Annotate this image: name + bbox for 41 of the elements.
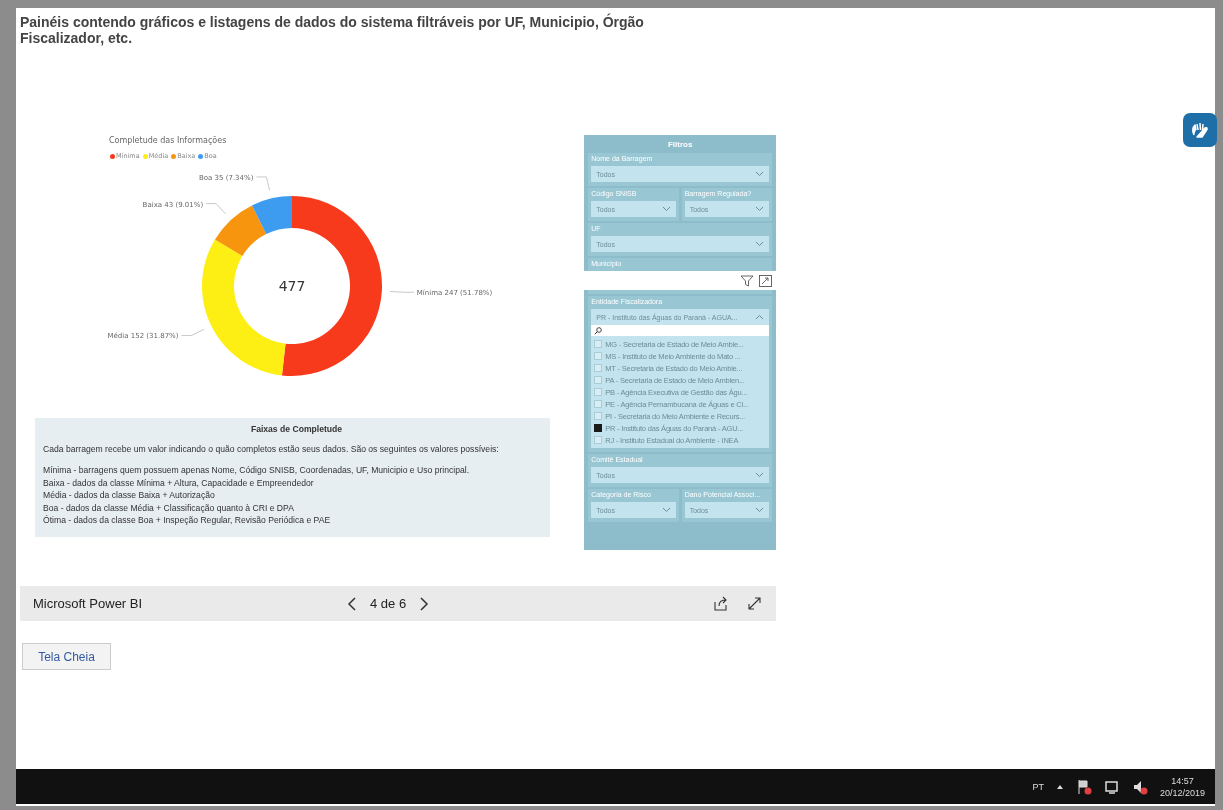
chevron-down-icon [755,472,764,478]
chevron-down-icon [661,507,671,513]
info-title: Faixas de Completude [249,424,344,434]
brand-label: Microsoft Power BI [33,596,143,611]
info-line: Ótima - dados da classe Boa + Inspeção Regular, Revisão Periódica e PAE [43,514,332,527]
next-icon[interactable] [419,596,430,611]
chevron-down-icon [755,206,764,212]
clock-date: 20/12/2019 [1159,786,1205,799]
checkbox[interactable] [594,424,603,432]
expand-icon[interactable] [747,596,762,611]
chevron-down-icon [755,171,764,177]
info-line: Mínima - barragens quem possuem apenas Nome, Código SNISB, Coordenadas, UF, Municipio e Uso principal. [43,464,471,477]
leader-line [205,203,226,215]
info-line: Boa - dados da classe Média + Classificação quanto à CRI e DPA [43,501,295,514]
filter-icon[interactable] [740,274,754,287]
leader-line [256,176,270,191]
page-indicator: 4 de 6 [370,596,407,611]
chart-title: Completude das Informações [109,136,227,145]
chevron-down-icon [661,206,671,212]
info-line: Baixa - dados da classe Mínima + Altura, Capacidade e Empreendedor [43,476,315,489]
clock-time: 14:57 [1171,774,1194,787]
search-field[interactable] [591,325,769,336]
leader-line [389,291,415,293]
previous-icon[interactable] [347,596,357,611]
info-text: Cada barragem recebe um valor indicando o quão completos estão seus dados. São os seguintes os valores possíveis: [43,444,500,454]
tray-arrow-icon[interactable] [1055,783,1064,790]
leader-line [181,328,205,336]
chevron-up-icon [755,314,764,320]
chevron-down-icon [755,241,764,247]
flag-icon[interactable] [1075,778,1092,795]
panel-title: Filtros [666,139,694,151]
fullscreen-button[interactable]: Tela Cheia [22,643,111,670]
hand-icon[interactable] [1183,113,1217,147]
page-title: Painéis contendo gráficos e listagens de dados do sistema filtráveis por UF, Municipio, Órgão Fiscalizador, etc. [20,14,645,46]
language-indicator[interactable]: PT [1032,781,1044,792]
info-line: Média - dados da classe Baixa + Autorização [43,489,216,502]
share-icon[interactable] [713,596,729,611]
total-value: 477 [278,278,306,294]
search-icon [594,326,603,335]
focus-mode-icon[interactable] [759,274,772,287]
chevron-down-icon [755,507,764,513]
